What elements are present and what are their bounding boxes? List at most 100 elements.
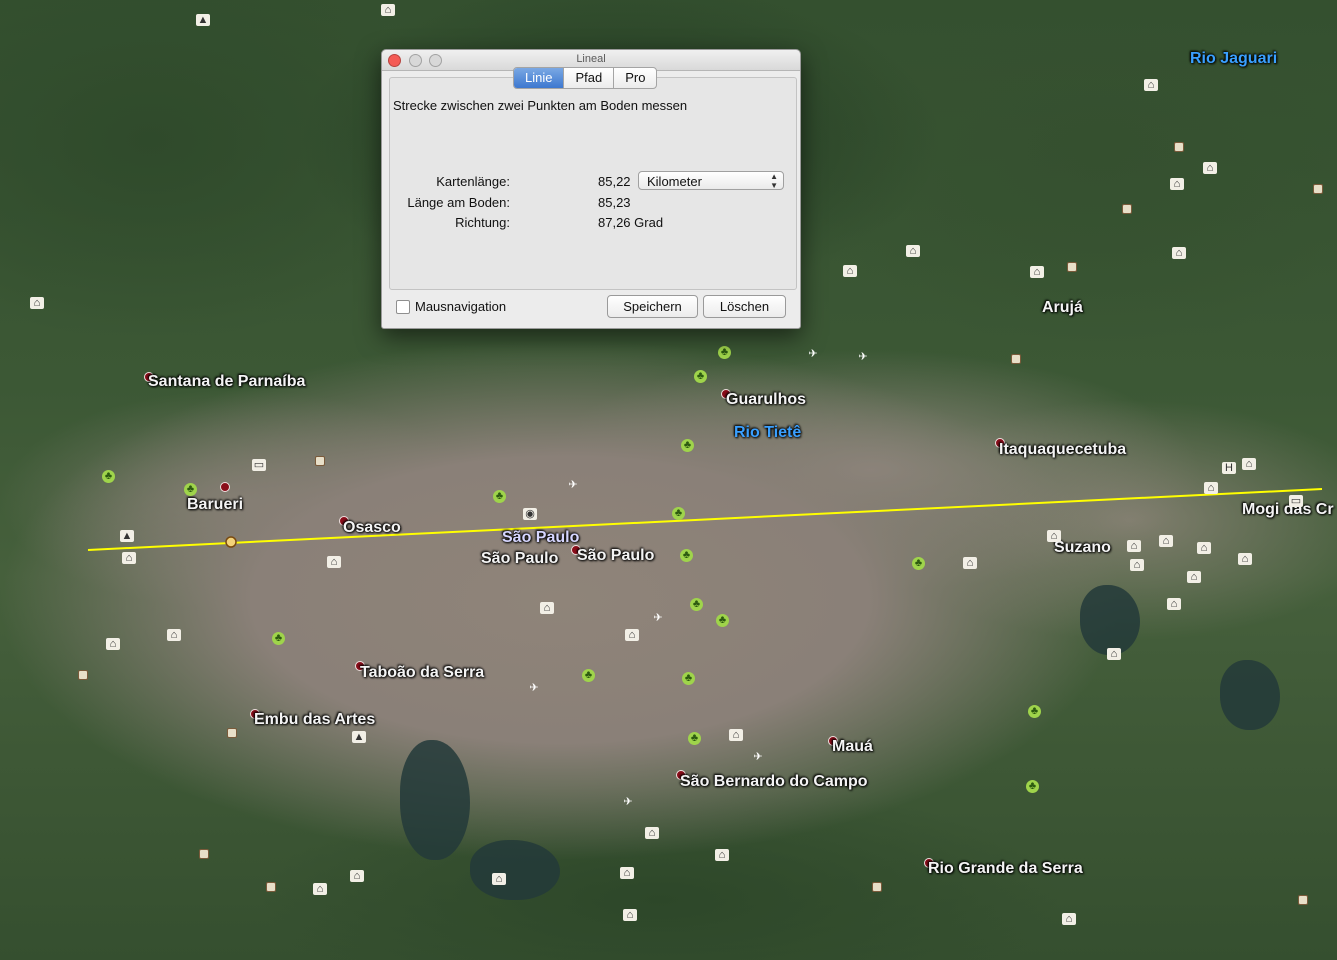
- museum-icon[interactable]: ⌂: [623, 909, 637, 921]
- park-icon[interactable]: ♣: [690, 598, 703, 611]
- park-icon[interactable]: ♣: [184, 483, 197, 496]
- park-icon[interactable]: ♣: [694, 370, 707, 383]
- landmark-icon[interactable]: [1011, 354, 1021, 364]
- park-icon[interactable]: ♣: [912, 557, 925, 570]
- place-label-santana-de-parnaiba[interactable]: Santana de Parnaíba: [148, 373, 305, 391]
- park-icon[interactable]: ♣: [493, 490, 506, 503]
- landmark-icon[interactable]: [1067, 262, 1077, 272]
- park-icon[interactable]: ♣: [1026, 780, 1039, 793]
- museum-icon[interactable]: ⌂: [1242, 458, 1256, 470]
- tab-linie[interactable]: Linie: [514, 68, 565, 88]
- place-label-sao-bernardo-do-campo[interactable]: São Bernardo do Campo: [680, 773, 868, 791]
- checkbox-box[interactable]: [396, 299, 410, 314]
- park-icon[interactable]: ♣: [682, 672, 695, 685]
- airport-icon[interactable]: ✈: [527, 682, 541, 694]
- museum-icon[interactable]: ⌂: [645, 827, 659, 839]
- museum-icon[interactable]: ⌂: [1172, 247, 1186, 259]
- place-label-sao-paulo-2[interactable]: São Paulo: [577, 547, 654, 565]
- unit-select[interactable]: Kilometer ▲ ▼: [638, 171, 784, 190]
- tab-pfad[interactable]: Pfad: [564, 68, 615, 88]
- landmark-icon[interactable]: [78, 670, 88, 680]
- landmark-icon[interactable]: [266, 882, 276, 892]
- park-icon[interactable]: ♣: [102, 470, 115, 483]
- place-label-barueri[interactable]: Barueri: [187, 496, 243, 514]
- museum-icon[interactable]: ⌂: [1127, 540, 1141, 552]
- airport-icon[interactable]: ✈: [751, 751, 765, 763]
- place-label-rio-jaguari[interactable]: Rio Jaguari: [1190, 50, 1277, 68]
- park-icon[interactable]: ♣: [688, 732, 701, 745]
- park-icon[interactable]: ♣: [680, 549, 693, 562]
- place-label-maua[interactable]: Mauá: [832, 738, 873, 756]
- park-icon[interactable]: ♣: [272, 632, 285, 645]
- park-icon[interactable]: ♣: [1028, 705, 1041, 718]
- mouse-navigation-checkbox[interactable]: Mausnavigation: [396, 299, 506, 314]
- museum-icon[interactable]: ⌂: [1238, 553, 1252, 565]
- hotel-icon[interactable]: ▭: [252, 459, 266, 471]
- place-label-rio-grande-da-serra[interactable]: Rio Grande da Serra: [928, 860, 1083, 878]
- park-icon[interactable]: ♣: [582, 669, 595, 682]
- museum-icon[interactable]: ⌂: [122, 552, 136, 564]
- place-label-mogi-das-cruzes[interactable]: Mogi das Cr: [1242, 501, 1334, 519]
- place-label-rio-tiete[interactable]: Rio Tietê: [734, 424, 801, 442]
- tab-pro[interactable]: Pro: [614, 68, 656, 88]
- museum-icon[interactable]: ⌂: [1203, 162, 1217, 174]
- hotel-icon[interactable]: ▭: [1289, 495, 1303, 507]
- school-icon[interactable]: ▲: [352, 731, 366, 743]
- museum-icon[interactable]: ⌂: [1047, 530, 1061, 542]
- museum-icon[interactable]: ⌂: [30, 297, 44, 309]
- landmark-icon[interactable]: [1122, 204, 1132, 214]
- museum-icon[interactable]: ⌂: [620, 867, 634, 879]
- landmark-icon[interactable]: [315, 456, 325, 466]
- clear-button[interactable]: Löschen: [703, 295, 786, 318]
- camera-icon[interactable]: ◉: [523, 508, 537, 520]
- museum-icon[interactable]: ⌂: [1130, 559, 1144, 571]
- museum-icon[interactable]: ⌂: [167, 629, 181, 641]
- museum-icon[interactable]: ⌂: [492, 873, 506, 885]
- place-label-guarulhos[interactable]: Guarulhos: [726, 391, 806, 409]
- landmark-icon[interactable]: [227, 728, 237, 738]
- airport-icon[interactable]: ✈: [566, 479, 580, 491]
- place-label-sao-paulo-city[interactable]: São Paulo: [502, 529, 579, 547]
- place-label-embu-das-artes[interactable]: Embu das Artes: [254, 711, 375, 729]
- save-button[interactable]: Speichern: [607, 295, 698, 318]
- museum-icon[interactable]: ⌂: [1197, 542, 1211, 554]
- park-icon[interactable]: ♣: [672, 507, 685, 520]
- park-icon[interactable]: ♣: [681, 439, 694, 452]
- museum-icon[interactable]: ⌂: [729, 729, 743, 741]
- place-label-itaquaquecetuba[interactable]: Itaquaquecetuba: [999, 441, 1126, 459]
- place-label-aruja[interactable]: Arujá: [1042, 299, 1083, 317]
- museum-icon[interactable]: ⌂: [540, 602, 554, 614]
- landmark-icon[interactable]: [1313, 184, 1323, 194]
- museum-icon[interactable]: ⌂: [1204, 482, 1218, 494]
- museum-icon[interactable]: ⌂: [1107, 648, 1121, 660]
- museum-icon[interactable]: ⌂: [327, 556, 341, 568]
- airport-icon[interactable]: ✈: [621, 796, 635, 808]
- place-label-osasco[interactable]: Osasco: [343, 519, 401, 537]
- museum-icon[interactable]: ⌂: [313, 883, 327, 895]
- museum-icon[interactable]: ⌂: [1187, 571, 1201, 583]
- museum-icon[interactable]: ⌂: [1167, 598, 1181, 610]
- landmark-icon[interactable]: [199, 849, 209, 859]
- landmark-icon[interactable]: [1298, 895, 1308, 905]
- airport-icon[interactable]: ✈: [856, 351, 870, 363]
- museum-icon[interactable]: ⌂: [106, 638, 120, 650]
- museum-icon[interactable]: ⌂: [1159, 535, 1173, 547]
- park-icon[interactable]: ♣: [718, 346, 731, 359]
- hospital-icon[interactable]: H: [1222, 462, 1236, 474]
- museum-icon[interactable]: ⌂: [381, 4, 395, 16]
- museum-icon[interactable]: ⌂: [350, 870, 364, 882]
- museum-icon[interactable]: ⌂: [843, 265, 857, 277]
- museum-icon[interactable]: ⌂: [906, 245, 920, 257]
- landmark-icon[interactable]: [872, 882, 882, 892]
- place-label-taboao-da-serra[interactable]: Taboão da Serra: [360, 664, 484, 682]
- museum-icon[interactable]: ⌂: [1144, 79, 1158, 91]
- museum-icon[interactable]: ⌂: [1170, 178, 1184, 190]
- school-icon[interactable]: ▲: [196, 14, 210, 26]
- landmark-icon[interactable]: [1174, 142, 1184, 152]
- museum-icon[interactable]: ⌂: [963, 557, 977, 569]
- place-label-sao-paulo-1[interactable]: São Paulo: [481, 550, 558, 568]
- airport-icon[interactable]: ✈: [806, 348, 820, 360]
- park-icon[interactable]: ♣: [716, 614, 729, 627]
- airport-icon[interactable]: ✈: [651, 612, 665, 624]
- school-icon[interactable]: ▲: [120, 530, 134, 542]
